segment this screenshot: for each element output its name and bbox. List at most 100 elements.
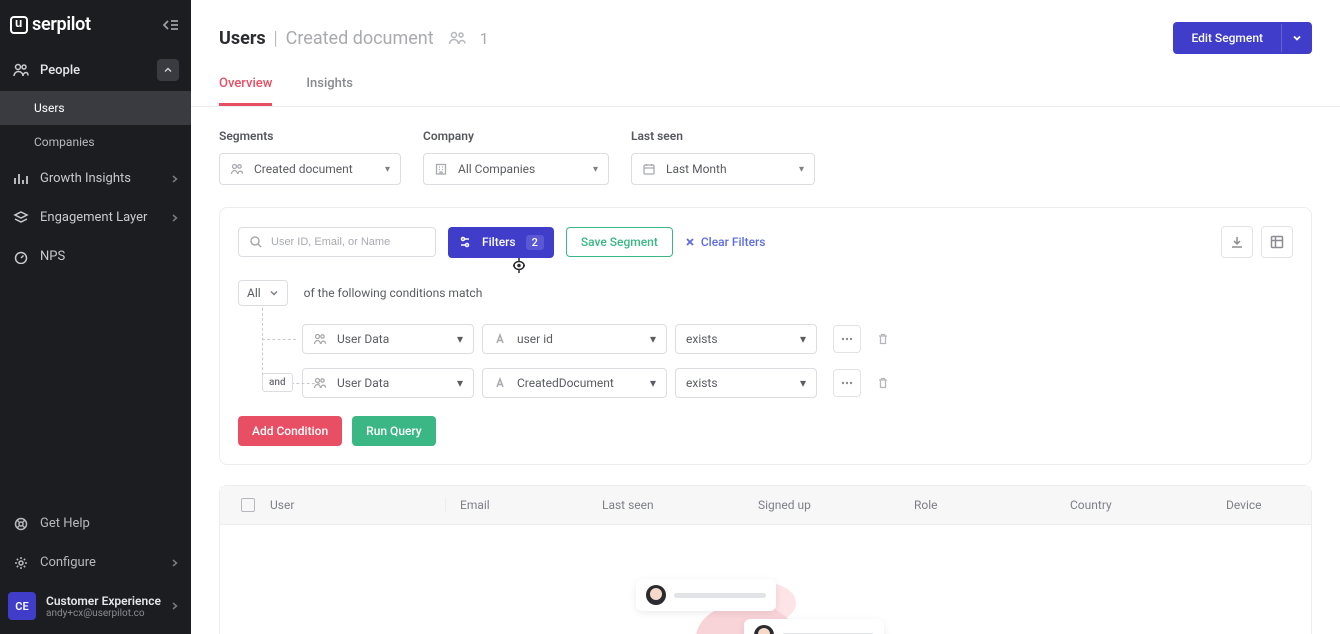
people-icon [313, 333, 327, 345]
th-lastseen[interactable]: Last seen [602, 498, 758, 512]
nav-sub-companies[interactable]: Companies [0, 125, 191, 159]
caret-down-icon [269, 288, 279, 298]
filter-segments: Segments Created document ▾ [219, 129, 401, 185]
chevron-right-icon [171, 601, 179, 611]
nav-group-people[interactable]: People [0, 49, 191, 91]
save-segment-button[interactable]: Save Segment [566, 227, 673, 257]
search-input[interactable] [271, 236, 425, 248]
caret-down-icon: ▾ [457, 376, 463, 390]
th-signedup[interactable]: Signed up [758, 498, 914, 512]
clear-filters-button[interactable]: Clear Filters [685, 235, 766, 249]
nav-nps[interactable]: NPS [0, 237, 191, 276]
condition-field-select[interactable]: CreatedDocument ▾ [482, 368, 667, 398]
empty-state [220, 525, 1311, 634]
people-icon [12, 63, 30, 77]
select-value: exists [686, 332, 790, 346]
condition-operator-select[interactable]: exists ▾ [675, 324, 817, 354]
caret-down-icon: ▾ [650, 332, 656, 346]
calendar-icon [642, 163, 656, 175]
app-logo: serpilot [10, 14, 163, 35]
nav-growth-insights[interactable]: Growth Insights [0, 159, 191, 198]
company-select[interactable]: All Companies ▾ [423, 153, 609, 185]
caret-down-icon: ▾ [800, 376, 806, 390]
match-selector[interactable]: All [238, 280, 288, 306]
nav-engagement-layer[interactable]: Engagement Layer [0, 198, 191, 237]
collapse-sidebar-icon[interactable] [163, 18, 179, 32]
condition-row-actions [833, 325, 897, 353]
edit-segment-dropdown[interactable] [1281, 24, 1312, 52]
lastseen-select[interactable]: Last Month ▾ [631, 153, 815, 185]
th-email[interactable]: Email [446, 498, 602, 512]
delete-button[interactable] [869, 325, 897, 353]
bar-chart-icon [12, 172, 30, 186]
query-builder: Filters 2 Save Segment Clear Filters [219, 207, 1312, 465]
filter-label: Last seen [631, 129, 815, 143]
nav-sub-users[interactable]: Users [0, 91, 191, 125]
nav-get-help[interactable]: Get Help [0, 504, 191, 543]
nav-label: Growth Insights [40, 171, 171, 186]
workspace-name: Customer Experience [46, 594, 171, 608]
select-value: User Data [337, 376, 447, 390]
th-user[interactable]: User [270, 498, 446, 512]
title-segment: Created document [286, 28, 434, 49]
edit-segment-button-group: Edit Segment [1173, 22, 1312, 54]
text-icon [493, 333, 507, 345]
add-condition-button[interactable]: Add Condition [238, 416, 342, 446]
filter-label: Segments [219, 129, 401, 143]
chevron-right-icon [171, 174, 179, 184]
condition-operator-select[interactable]: exists ▾ [675, 368, 817, 398]
select-value: User Data [337, 332, 447, 346]
conditions-list: User Data ▾ user id ▾ exists ▾ [238, 324, 1293, 398]
tab-insights[interactable]: Insights [306, 76, 353, 106]
lifebuoy-icon [12, 517, 30, 531]
building-icon [434, 163, 448, 175]
caret-down-icon: ▾ [650, 376, 656, 390]
download-button[interactable] [1221, 226, 1253, 258]
nav-label: People [40, 63, 157, 78]
select-all-checkbox[interactable] [234, 498, 262, 512]
workspace-info: Customer Experience andy+cx@userpilot.co [46, 594, 171, 619]
filters-label: Filters [482, 235, 516, 249]
top-filters: Segments Created document ▾ Company All … [191, 107, 1340, 207]
filters-button[interactable]: Filters 2 [448, 227, 554, 258]
th-role[interactable]: Role [914, 498, 1070, 512]
condition-type-select[interactable]: User Data ▾ [302, 368, 474, 398]
and-pill: and [262, 373, 293, 392]
tab-overview[interactable]: Overview [219, 76, 272, 106]
condition-field-select[interactable]: user id ▾ [482, 324, 667, 354]
app-name: serpilot [32, 14, 91, 35]
select-value: exists [686, 376, 790, 390]
match-row: All of the following conditions match [238, 280, 1293, 306]
condition-type-select[interactable]: User Data ▾ [302, 324, 474, 354]
builder-actions: Add Condition Run Query [238, 416, 1293, 446]
clear-filters-label: Clear Filters [701, 235, 766, 249]
columns-button[interactable] [1261, 226, 1293, 258]
nav-configure[interactable]: Configure [0, 543, 191, 582]
caret-down-icon: ▾ [385, 164, 390, 175]
gauge-icon [12, 250, 30, 264]
workspace-switcher[interactable]: CE Customer Experience andy+cx@userpilot… [0, 582, 191, 634]
text-icon [493, 377, 507, 389]
match-text: of the following conditions match [304, 286, 483, 300]
search-input-wrapper [238, 227, 436, 257]
delete-button[interactable] [869, 369, 897, 397]
close-icon [685, 237, 695, 247]
run-query-button[interactable]: Run Query [352, 416, 435, 446]
select-value: user id [517, 332, 640, 346]
people-icon [230, 163, 244, 175]
edit-segment-button[interactable]: Edit Segment [1173, 22, 1281, 54]
page-title: Users | Created document 1 [219, 28, 489, 49]
table-header: User Email Last seen Signed up Role Coun… [220, 486, 1311, 525]
caret-down-icon: ▾ [800, 332, 806, 346]
select-value: CreatedDocument [517, 376, 640, 390]
condition-row: User Data ▾ user id ▾ exists ▾ [302, 324, 1293, 354]
more-button[interactable] [833, 369, 861, 397]
th-country[interactable]: Country [1070, 498, 1226, 512]
more-button[interactable] [833, 325, 861, 353]
segments-select[interactable]: Created document ▾ [219, 153, 401, 185]
nav-label: Engagement Layer [40, 210, 171, 225]
th-device[interactable]: Device [1226, 498, 1297, 512]
select-value: Created document [254, 162, 375, 176]
sidebar-header: serpilot [0, 0, 191, 49]
gear-icon [12, 556, 30, 570]
